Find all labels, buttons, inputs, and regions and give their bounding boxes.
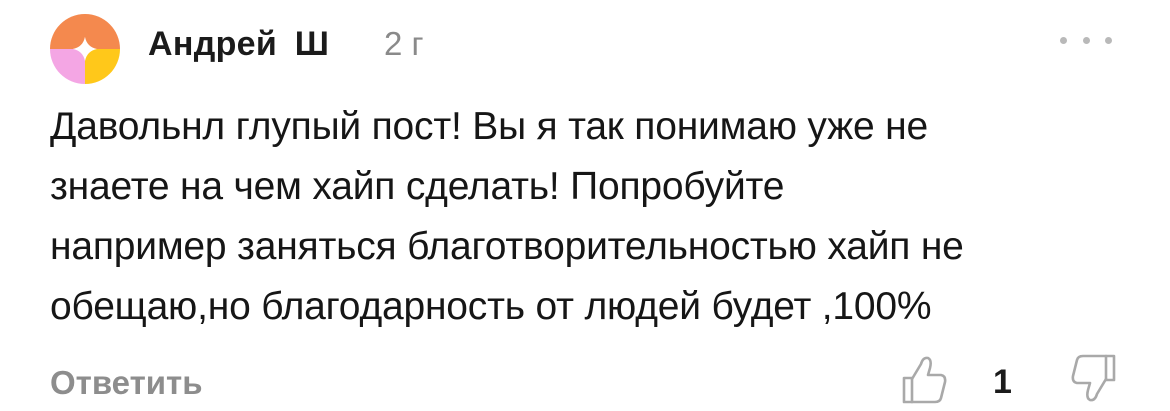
comment-timestamp: 2 г <box>384 25 424 62</box>
dot <box>1082 36 1090 44</box>
comment-text-line: например заняться благотворительностью х… <box>50 225 964 268</box>
author-name[interactable]: Андрей Ш <box>148 25 329 64</box>
comment-card: Андрей Ш 2 г Давольнл глупый пост! Вы я … <box>0 0 1170 410</box>
dot <box>1060 36 1067 44</box>
comment-text-line: обещаю,но благодарность от людей будет ,… <box>50 285 932 328</box>
thumbs-down-icon[interactable] <box>1068 352 1118 406</box>
thumbs-up-icon[interactable] <box>900 352 950 406</box>
comment-text-line: Давольнл глупый пост! Вы я так понимаю у… <box>50 105 929 148</box>
comment-text-line: знаете на чем хайп сделать! Попробуйте <box>50 165 785 208</box>
dot <box>1105 36 1112 44</box>
comment-text: Давольнл глупый пост! Вы я так понимаю у… <box>50 97 1140 337</box>
avatar-image <box>50 14 120 84</box>
more-dots-icon[interactable] <box>1060 30 1112 50</box>
like-count: 1 <box>993 363 1012 401</box>
avatar[interactable] <box>50 14 120 84</box>
reply-button[interactable]: Ответить <box>50 364 203 402</box>
